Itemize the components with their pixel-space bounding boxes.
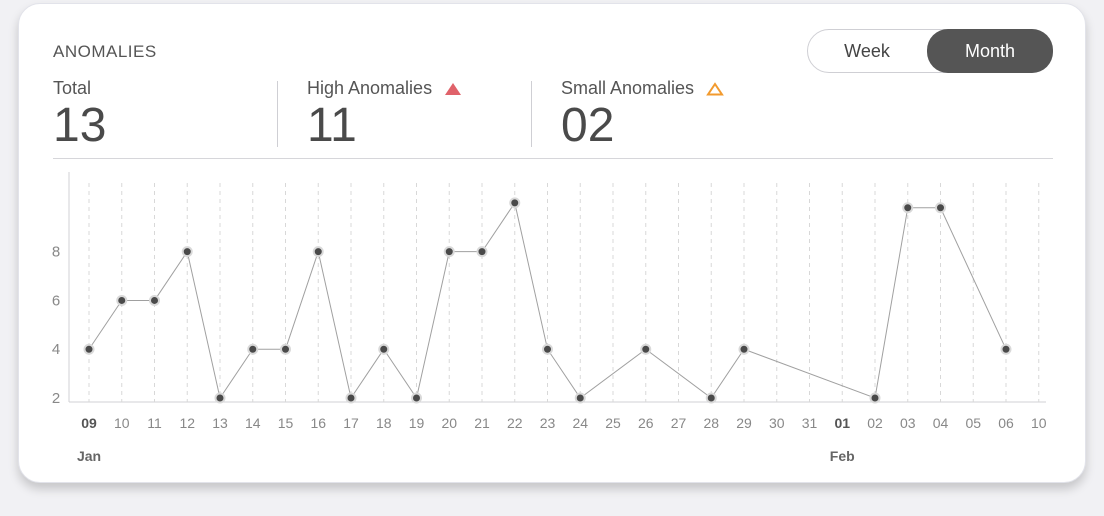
data-point: [181, 246, 193, 258]
data-point: [345, 392, 357, 404]
anomalies-line-chart: 09 10 11 12 13 14 15 16 17 18 19 20 21 22 23 24 25 26 27 28…: [52, 172, 1047, 464]
x-tick-label: 05: [965, 415, 981, 431]
x-tick-label: 27: [671, 415, 687, 431]
data-point: [935, 202, 946, 214]
x-tick-label: 02: [867, 415, 883, 431]
data-point: [509, 197, 521, 209]
data-point: [574, 392, 586, 404]
x-tick-label: 31: [802, 415, 818, 431]
x-tick-label: 28: [703, 415, 719, 431]
x-tick-label: 10: [1031, 415, 1047, 431]
x-tick-label: 10: [114, 415, 130, 431]
x-tick-label: 15: [278, 415, 294, 431]
data-point: [312, 246, 324, 258]
x-tick-label: 12: [179, 415, 195, 431]
data-point: [902, 202, 914, 214]
data-point: [280, 343, 291, 355]
x-tick-label: 01: [834, 415, 850, 431]
month-label: Jan: [77, 448, 101, 464]
data-point: [640, 343, 652, 355]
x-tick-label: 04: [933, 415, 949, 431]
x-tick-label: 23: [540, 415, 556, 431]
x-tick-label: 13: [212, 415, 228, 431]
x-tick-label: 14: [245, 415, 261, 431]
y-tick-label: 8: [52, 244, 60, 261]
x-tick-label: 16: [310, 415, 326, 431]
data-point: [411, 392, 422, 404]
data-point: [149, 294, 160, 306]
data-point: [705, 392, 717, 404]
x-tick-label: 24: [572, 415, 588, 431]
data-point: [378, 343, 390, 355]
y-tick-label: 4: [52, 341, 60, 358]
x-tick-label: 06: [998, 415, 1014, 431]
data-point: [214, 392, 226, 404]
x-tick-label: 17: [343, 415, 359, 431]
data-point: [83, 343, 95, 355]
x-tick-label: 09: [81, 415, 97, 431]
x-tick-label: 21: [474, 415, 490, 431]
x-tick-label: 11: [147, 415, 162, 431]
data-point: [1000, 343, 1012, 355]
x-tick-label: 30: [769, 415, 785, 431]
y-tick-label: 6: [52, 292, 60, 309]
x-tick-label: 22: [507, 415, 523, 431]
x-tick-label: 29: [736, 415, 752, 431]
x-tick-label: 25: [605, 415, 621, 431]
data-point: [247, 343, 259, 355]
x-tick-label: 19: [409, 415, 425, 431]
data-point: [738, 343, 750, 355]
x-tick-label: 26: [638, 415, 654, 431]
data-point: [443, 246, 455, 258]
data-point: [869, 392, 881, 404]
y-tick-label: 2: [52, 390, 60, 407]
data-point: [476, 246, 488, 258]
x-tick-label: 03: [900, 415, 916, 431]
data-point: [116, 294, 128, 306]
x-tick-label: 20: [441, 415, 457, 431]
data-point: [542, 343, 553, 355]
x-tick-label: 18: [376, 415, 392, 431]
month-label: Feb: [830, 448, 855, 464]
